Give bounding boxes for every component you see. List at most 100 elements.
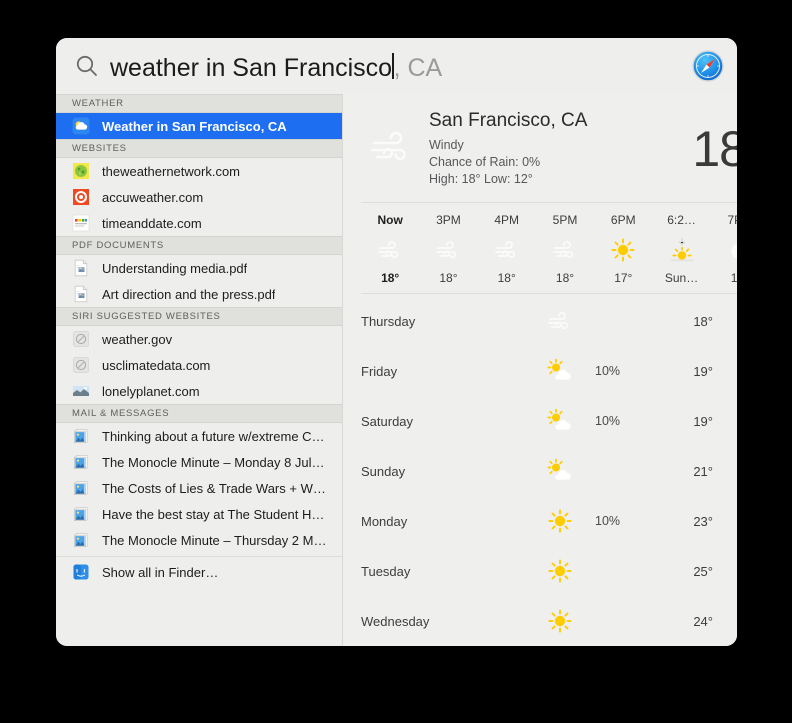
- daily-low-temperature: 14°: [713, 614, 737, 629]
- daily-forecast-row: Sunday 21°12°: [361, 446, 737, 496]
- result-row-label: Weather in San Francisco, CA: [102, 118, 287, 134]
- moon-icon: [725, 235, 737, 265]
- result-row-label: Art direction and the press.pdf: [102, 286, 276, 302]
- mail-message-icon: [72, 453, 90, 471]
- windy-icon: [375, 235, 405, 265]
- result-row-label: timeanddate.com: [102, 215, 202, 231]
- result-row-label: Have the best stay at The Student H…: [102, 506, 325, 522]
- result-row[interactable]: theweathernetwork.com: [56, 158, 342, 184]
- result-row[interactable]: The Costs of Lies & Trade Wars + W…: [56, 475, 342, 501]
- weather-current-temperature: 18°: [692, 121, 737, 177]
- hourly-column: Now 18°: [361, 213, 419, 285]
- hourly-temperature: 18°: [381, 271, 400, 285]
- result-row[interactable]: accuweather.com: [56, 184, 342, 210]
- weather-header: San Francisco, CA Windy Chance of Rain: …: [361, 94, 737, 202]
- daily-forecast-row: Thursday 18°12°: [361, 296, 737, 346]
- search-icon: [74, 53, 100, 79]
- daily-low-temperature: 12°: [713, 314, 737, 329]
- daily-day-name: Saturday: [361, 413, 414, 429]
- windy-icon: [361, 120, 423, 178]
- hourly-column: 4PM 18°: [478, 213, 536, 285]
- daily-low-temperature: 12°: [713, 414, 737, 429]
- sidebar-footer-divider: [56, 556, 342, 557]
- result-row-label: The Costs of Lies & Trade Wars + W…: [102, 480, 326, 496]
- partly-sunny-icon: [537, 458, 583, 484]
- hourly-time-label: 4PM: [494, 213, 520, 227]
- weather-preview-panel: San Francisco, CA Windy Chance of Rain: …: [343, 94, 737, 646]
- daily-forecast-row: Tuesday 25°13°: [361, 546, 737, 596]
- sunset-icon: [667, 235, 697, 265]
- daily-high-temperature: 25°: [693, 563, 713, 579]
- section-header: SIRI SUGGESTED WEBSITES: [56, 307, 342, 326]
- daily-day-name: Wednesday: [361, 613, 430, 629]
- hourly-column: 6PM 17°: [594, 213, 652, 285]
- daily-low-temperature: 12°: [713, 364, 737, 379]
- spotlight-search-bar[interactable]: weather in San Francisco, CA: [56, 38, 737, 94]
- spotlight-window: weather in San Francisco, CA WEATHER Wea…: [56, 38, 737, 646]
- daily-forecast-row: Saturday 10% 19°12°: [361, 396, 737, 446]
- partly-sunny-icon: [537, 408, 583, 434]
- result-row-label: accuweather.com: [102, 189, 204, 205]
- show-all-in-finder-row[interactable]: Show all in Finder…: [56, 559, 342, 585]
- windy-icon: [550, 235, 580, 265]
- favicon-lonelyplanet: [72, 382, 90, 400]
- result-row[interactable]: lonelyplanet.com: [56, 378, 342, 404]
- hourly-temperature: 16°: [730, 271, 737, 285]
- daily-day-name: Tuesday: [361, 563, 411, 579]
- result-row[interactable]: The Monocle Minute – Monday 8 Jul…: [56, 449, 342, 475]
- result-row-label: Thinking about a future w/extreme C…: [102, 428, 325, 444]
- daily-day-name: Thursday: [361, 313, 416, 329]
- result-row[interactable]: Art direction and the press.pdf: [56, 281, 342, 307]
- spotlight-content: WEATHER Weather in San Francisco, CA WEBSI…: [56, 94, 737, 646]
- hourly-temperature: 17°: [614, 271, 633, 285]
- result-row-label: usclimatedata.com: [102, 357, 211, 373]
- daily-forecast: Thursday18°12°Friday10%19°12°Saturday10%…: [361, 294, 737, 646]
- result-row-label: weather.gov: [102, 331, 173, 347]
- result-row[interactable]: timeanddate.com: [56, 210, 342, 236]
- mail-message-icon: [72, 505, 90, 523]
- section-header: PDF DOCUMENTS: [56, 236, 342, 255]
- hourly-time-label: Now: [377, 213, 403, 227]
- favicon-accuweather: [72, 188, 90, 206]
- safari-icon[interactable]: [691, 49, 725, 83]
- search-completion-text: , CA: [393, 53, 443, 82]
- result-row-label: The Monocle Minute – Monday 8 Jul…: [102, 454, 325, 470]
- daily-high-temperature: 18°: [693, 313, 713, 329]
- mail-message-icon: [72, 531, 90, 549]
- daily-low-temperature: 13°: [713, 564, 737, 579]
- result-row[interactable]: The Monocle Minute – Thursday 2 M…: [56, 527, 342, 553]
- windy-icon: [433, 235, 463, 265]
- hourly-column: 6:2… Sun…: [652, 213, 710, 285]
- hourly-time-label: 6:2…: [667, 213, 696, 227]
- finder-icon: [72, 563, 90, 581]
- weather-app-icon: [72, 117, 90, 135]
- hourly-temperature: Sun…: [664, 271, 699, 285]
- result-row[interactable]: Understanding media.pdf: [56, 255, 342, 281]
- result-row[interactable]: Thinking about a future w/extreme C…: [56, 423, 342, 449]
- hourly-column: 7PM 16°: [711, 213, 737, 285]
- weather-header-text: San Francisco, CA Windy Chance of Rain: …: [423, 110, 692, 188]
- sunny-icon: [537, 558, 583, 584]
- results-sidebar[interactable]: WEATHER Weather in San Francisco, CA WEBSI…: [56, 94, 343, 646]
- result-row[interactable]: weather.gov: [56, 326, 342, 352]
- pdf-document-icon: [72, 259, 90, 277]
- result-row[interactable]: usclimatedata.com: [56, 352, 342, 378]
- result-row[interactable]: Have the best stay at The Student H…: [56, 501, 342, 527]
- partly-sunny-icon: [537, 358, 583, 384]
- hourly-temperature: 18°: [555, 271, 575, 285]
- hourly-column: 5PM 18°: [536, 213, 594, 285]
- search-input[interactable]: weather in San Francisco, CA: [110, 50, 683, 83]
- daily-precipitation-chance: 10%: [595, 514, 621, 528]
- daily-high-temperature: 21°: [693, 463, 713, 479]
- section-header: WEATHER: [56, 94, 342, 113]
- section-header: WEBSITES: [56, 139, 342, 158]
- daily-day-name: Sunday: [361, 463, 406, 479]
- windy-icon: [492, 235, 522, 265]
- hourly-time-label: 6PM: [610, 213, 636, 227]
- result-row-selected[interactable]: Weather in San Francisco, CA: [56, 113, 342, 139]
- weather-condition: Windy: [429, 138, 464, 152]
- sunny-icon: [537, 608, 583, 634]
- weather-location: San Francisco, CA: [429, 110, 588, 131]
- section-header: MAIL & MESSAGES: [56, 404, 342, 423]
- search-query-text: weather in San Francisco: [110, 53, 393, 82]
